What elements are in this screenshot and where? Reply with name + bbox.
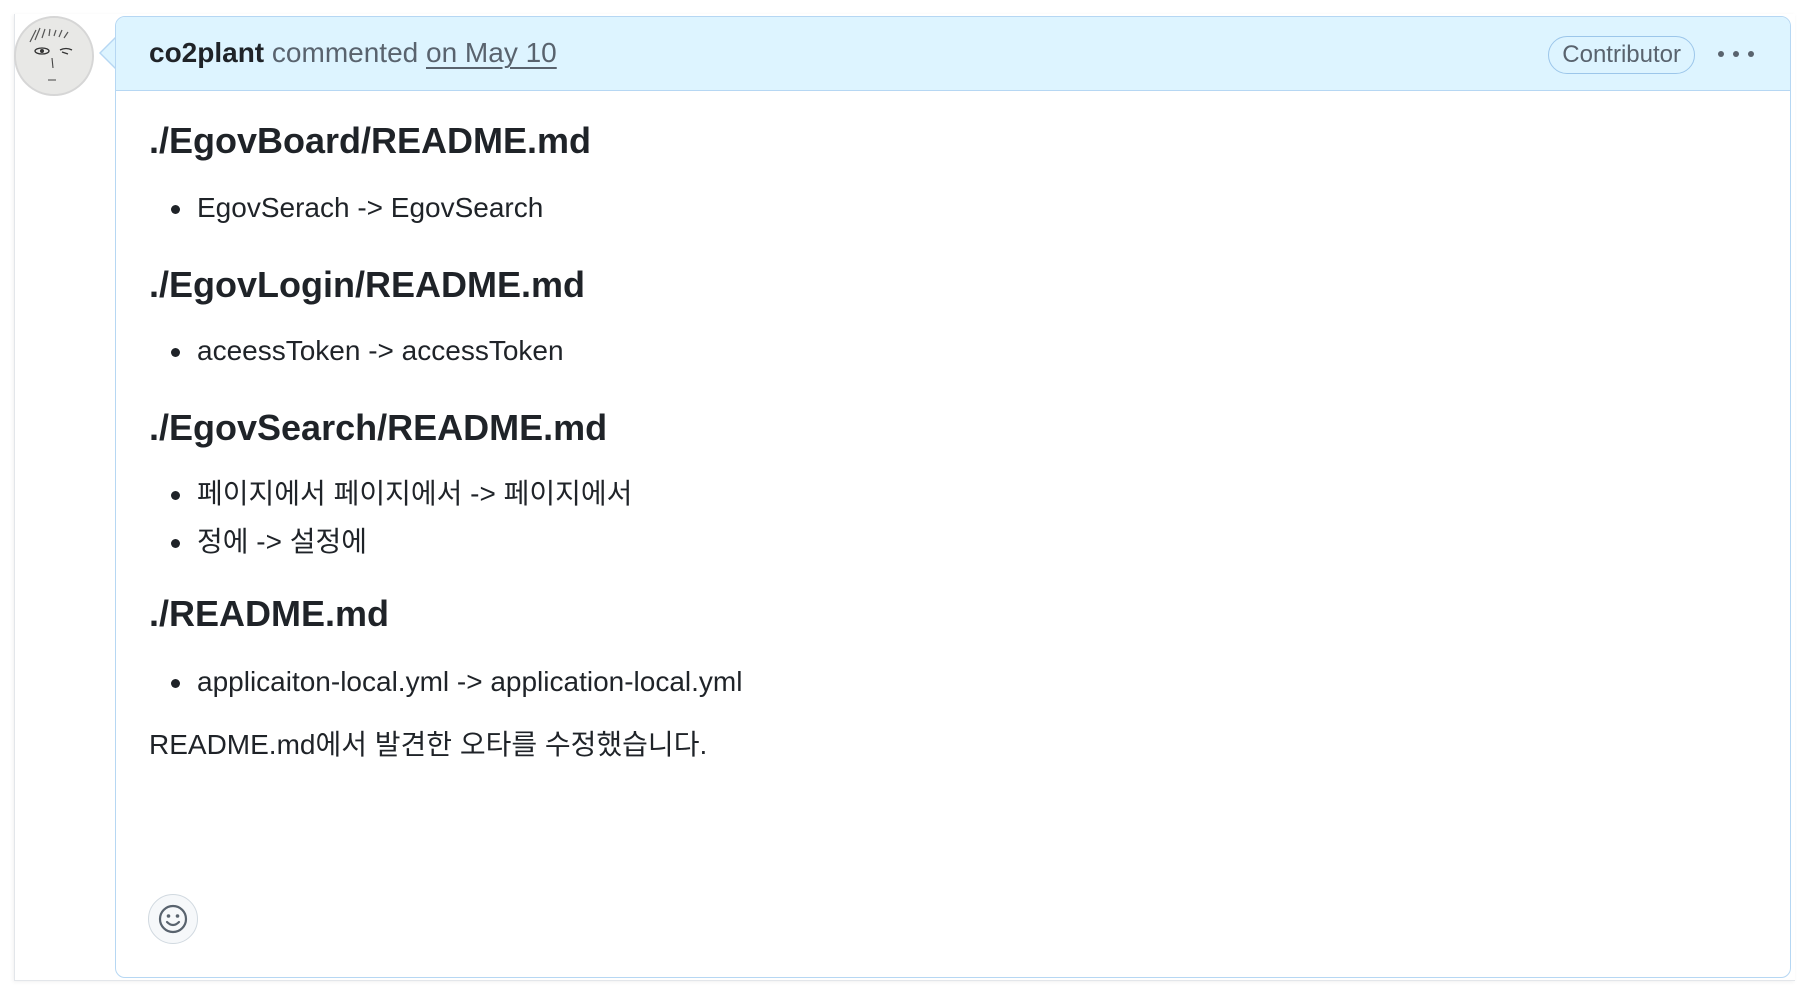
list-item: EgovSerach -> EgovSearch	[149, 184, 543, 232]
list-item: 페이지에서 페이지에서 -> 페이지에서	[149, 470, 632, 518]
comment-date-link[interactable]: on May 10	[426, 37, 557, 68]
comment-header: co2plant commented on May 10 Contributor	[116, 17, 1790, 91]
section-heading: ./README.md	[149, 593, 390, 634]
comment-meta: co2plant commented on May 10	[149, 35, 557, 71]
contributor-badge: Contributor	[1548, 36, 1695, 74]
section-heading: ./EgovBoard/README.md	[149, 120, 592, 161]
kebab-horizontal-icon[interactable]	[1718, 51, 1754, 59]
closing-paragraph: README.md에서 발견한 오타를 수정했습니다.	[149, 729, 708, 760]
section-list: aceessToken -> accessToken	[149, 327, 564, 375]
comment-caret-fill	[101, 39, 115, 67]
list-item: aceessToken -> accessToken	[149, 327, 564, 375]
add-reaction-button[interactable]	[148, 894, 198, 944]
author-avatar[interactable]	[14, 16, 94, 96]
section-list: 페이지에서 페이지에서 -> 페이지에서 정에 -> 설정에	[149, 470, 632, 566]
comment-action: commented	[271, 37, 419, 68]
author-link[interactable]: co2plant	[149, 37, 264, 68]
list-item: 정에 -> 설정에	[149, 518, 632, 566]
list-item: applicaiton-local.yml -> application-loc…	[149, 658, 742, 706]
section-heading: ./EgovLogin/README.md	[149, 264, 585, 305]
smiley-icon	[158, 904, 188, 934]
section-list: applicaiton-local.yml -> application-loc…	[149, 658, 742, 706]
sketch-face-icon	[16, 18, 92, 94]
section-list: EgovSerach -> EgovSearch	[149, 184, 543, 232]
section-heading: ./EgovSearch/README.md	[149, 407, 608, 448]
comment-box: co2plant commented on May 10 Contributor…	[99, 16, 1791, 978]
